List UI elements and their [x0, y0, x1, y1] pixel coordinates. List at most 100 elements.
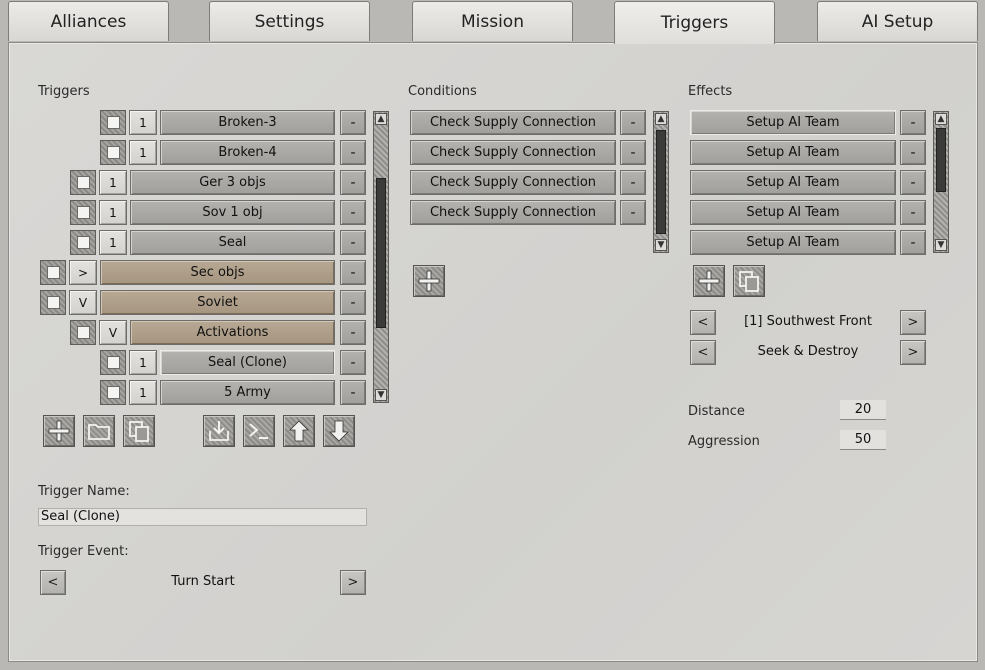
trigger-order[interactable]: 1	[129, 140, 157, 165]
effects-scrollbar[interactable]: ▲ ▼	[933, 111, 949, 253]
trigger-checkbox[interactable]	[70, 170, 96, 195]
trigger-item[interactable]: Broken-3	[160, 110, 335, 135]
tab-settings[interactable]: Settings	[209, 1, 370, 41]
scroll-thumb[interactable]	[376, 178, 386, 328]
conditions-scrollbar[interactable]: ▲ ▼	[653, 111, 669, 253]
scroll-down-arrow-icon[interactable]: ▼	[935, 239, 947, 251]
folder-checkbox[interactable]	[70, 320, 96, 345]
trigger-remove-button[interactable]: -	[340, 110, 366, 135]
trigger-folder[interactable]: Activations	[130, 320, 335, 345]
team-next-button[interactable]: >	[900, 310, 926, 335]
folder-checkbox[interactable]	[40, 290, 66, 315]
scroll-thumb[interactable]	[656, 130, 666, 234]
move-down-button[interactable]	[323, 415, 355, 447]
tab-triggers[interactable]: Triggers	[614, 1, 775, 44]
trigger-order[interactable]: 1	[129, 380, 157, 405]
effect-item[interactable]: Setup AI Team	[690, 170, 896, 195]
trigger-checkbox[interactable]	[100, 380, 126, 405]
trigger-order[interactable]: 1	[99, 170, 127, 195]
condition-remove-button[interactable]: -	[620, 170, 646, 195]
condition-item[interactable]: Check Supply Connection	[410, 110, 616, 135]
trigger-item-selected[interactable]: Seal (Clone)	[160, 350, 335, 375]
clone-effect-button[interactable]	[733, 265, 765, 297]
effect-remove-button[interactable]: -	[900, 200, 926, 225]
trigger-remove-button[interactable]: -	[340, 350, 366, 375]
condition-item[interactable]: Check Supply Connection	[410, 170, 616, 195]
aggression-input[interactable]: 50	[840, 430, 886, 450]
trigger-order[interactable]: 1	[99, 230, 127, 255]
effect-remove-button[interactable]: -	[900, 110, 926, 135]
trigger-remove-button[interactable]: -	[340, 140, 366, 165]
condition-remove-button[interactable]: -	[620, 200, 646, 225]
scroll-up-arrow-icon[interactable]: ▲	[375, 113, 387, 125]
import-trigger-button[interactable]	[203, 415, 235, 447]
scroll-up-arrow-icon[interactable]: ▲	[655, 113, 667, 125]
condition-remove-button[interactable]: -	[620, 110, 646, 135]
effect-item[interactable]: Setup AI Team	[690, 200, 896, 225]
scroll-down-arrow-icon[interactable]: ▼	[375, 389, 387, 401]
trigger-remove-button[interactable]: -	[340, 200, 366, 225]
trigger-remove-button[interactable]: -	[340, 260, 366, 285]
trigger-order[interactable]: 1	[99, 200, 127, 225]
trigger-remove-button[interactable]: -	[340, 230, 366, 255]
triggers-scrollbar[interactable]: ▲ ▼	[373, 111, 389, 403]
add-effect-button[interactable]	[693, 265, 725, 297]
condition-item[interactable]: Check Supply Connection	[410, 140, 616, 165]
trigger-checkbox[interactable]	[100, 140, 126, 165]
folder-expand-button[interactable]: >	[69, 260, 97, 285]
order-selector-value: Seek & Destroy	[757, 344, 859, 359]
distance-input[interactable]: 20	[840, 400, 886, 420]
effect-remove-button[interactable]: -	[900, 170, 926, 195]
trigger-checkbox[interactable]	[70, 230, 96, 255]
team-prev-button[interactable]: <	[690, 310, 716, 335]
add-folder-button[interactable]	[83, 415, 115, 447]
trigger-remove-button[interactable]: -	[340, 380, 366, 405]
tab-bar: Alliances Settings Mission Triggers AI S…	[0, 0, 985, 44]
triggers-heading: Triggers	[38, 84, 90, 99]
trigger-remove-button[interactable]: -	[340, 170, 366, 195]
trigger-order[interactable]: 1	[129, 110, 157, 135]
condition-item[interactable]: Check Supply Connection	[410, 200, 616, 225]
trigger-folder[interactable]: Soviet	[100, 290, 335, 315]
tab-mission[interactable]: Mission	[412, 1, 573, 41]
conditions-heading: Conditions	[408, 84, 477, 99]
effect-remove-button[interactable]: -	[900, 140, 926, 165]
effect-item[interactable]: Setup AI Team	[690, 230, 896, 255]
clone-trigger-button[interactable]	[123, 415, 155, 447]
trigger-item[interactable]: 5 Army	[160, 380, 335, 405]
folder-expand-button[interactable]: V	[99, 320, 127, 345]
trigger-item[interactable]: Broken-4	[160, 140, 335, 165]
effect-item-selected[interactable]: Setup AI Team	[690, 110, 896, 135]
trigger-remove-button[interactable]: -	[340, 320, 366, 345]
scroll-thumb[interactable]	[936, 128, 946, 192]
tab-alliances[interactable]: Alliances	[8, 1, 169, 41]
trigger-order[interactable]: 1	[129, 350, 157, 375]
scroll-up-arrow-icon[interactable]: ▲	[935, 113, 947, 125]
folder-checkbox[interactable]	[40, 260, 66, 285]
trigger-name-input[interactable]: Seal (Clone)	[38, 508, 367, 526]
arrow-down-icon	[329, 420, 349, 442]
script-console-button[interactable]	[243, 415, 275, 447]
trigger-item[interactable]: Sov 1 obj	[130, 200, 335, 225]
tab-ai-setup[interactable]: AI Setup	[817, 1, 978, 41]
trigger-remove-button[interactable]: -	[340, 290, 366, 315]
scroll-down-arrow-icon[interactable]: ▼	[655, 239, 667, 251]
order-prev-button[interactable]: <	[690, 340, 716, 365]
trigger-checkbox[interactable]	[70, 200, 96, 225]
arrow-up-icon	[289, 420, 309, 442]
order-next-button[interactable]: >	[900, 340, 926, 365]
trigger-event-next-button[interactable]: >	[340, 570, 366, 595]
effect-remove-button[interactable]: -	[900, 230, 926, 255]
add-condition-button[interactable]	[413, 265, 445, 297]
condition-remove-button[interactable]: -	[620, 140, 646, 165]
folder-expand-button[interactable]: V	[69, 290, 97, 315]
add-trigger-button[interactable]	[43, 415, 75, 447]
trigger-checkbox[interactable]	[100, 350, 126, 375]
trigger-item[interactable]: Seal	[130, 230, 335, 255]
trigger-checkbox[interactable]	[100, 110, 126, 135]
move-up-button[interactable]	[283, 415, 315, 447]
effect-item[interactable]: Setup AI Team	[690, 140, 896, 165]
trigger-folder[interactable]: Sec objs	[100, 260, 335, 285]
trigger-item[interactable]: Ger 3 objs	[130, 170, 335, 195]
trigger-event-prev-button[interactable]: <	[40, 570, 66, 595]
